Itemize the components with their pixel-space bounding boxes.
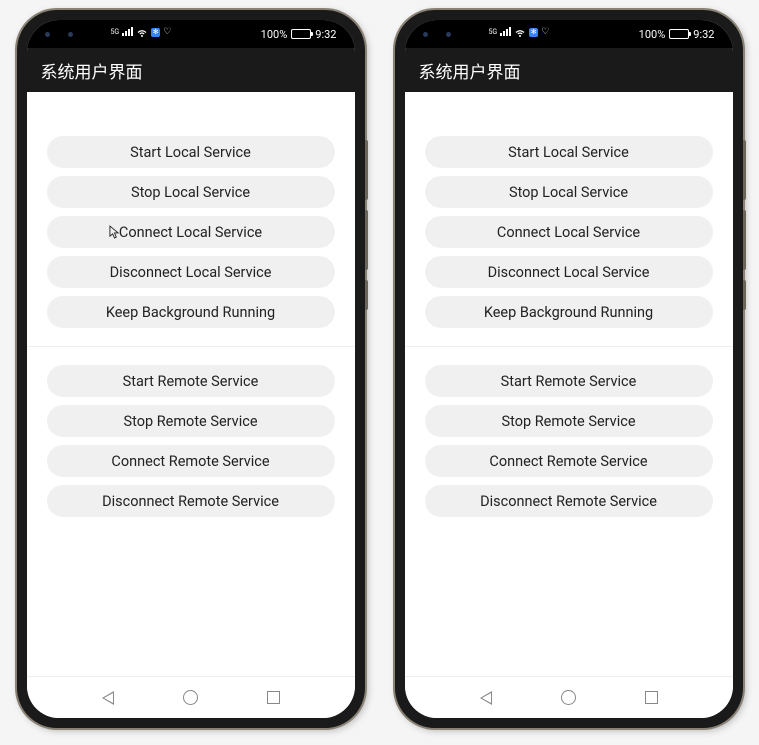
clock-label: 9:32	[693, 28, 714, 41]
app-bar: 系统用户界面	[27, 48, 355, 92]
start-remote-service-button[interactable]: Start Remote Service	[47, 365, 335, 397]
remote-service-group: Start Remote Service Stop Remote Service…	[47, 365, 335, 517]
connect-remote-service-button[interactable]: Connect Remote Service	[47, 445, 335, 477]
signal-icon	[500, 28, 511, 36]
local-service-group: Start Local Service Stop Local Service C…	[425, 136, 713, 328]
wifi-icon	[136, 28, 148, 37]
start-remote-service-button[interactable]: Start Remote Service	[425, 365, 713, 397]
button-label: Stop Local Service	[509, 184, 628, 201]
nav-back-button[interactable]	[477, 689, 495, 707]
home-circle-icon	[561, 690, 576, 705]
app-title: 系统用户界面	[41, 58, 143, 83]
network-type-label: 5G	[489, 29, 498, 36]
wifi-icon	[514, 28, 526, 37]
button-label: Disconnect Remote Service	[480, 493, 657, 510]
button-label: Connect Local Service	[497, 224, 640, 241]
camera-dot-icon	[45, 32, 50, 37]
nav-back-button[interactable]	[99, 689, 117, 707]
disconnect-local-service-button[interactable]: Disconnect Local Service	[47, 256, 335, 288]
disconnect-remote-service-button[interactable]: Disconnect Remote Service	[47, 485, 335, 517]
recent-square-icon	[645, 691, 658, 704]
content-area: Start Local Service Stop Local Service C…	[405, 92, 733, 676]
content-area: Start Local Service Stop Local Service C…	[27, 92, 355, 676]
bluetooth-icon: ✻	[529, 28, 538, 37]
button-label: Connect Local Service	[119, 224, 262, 241]
volume-down-button[interactable]	[743, 210, 746, 270]
stop-remote-service-button[interactable]: Stop Remote Service	[425, 405, 713, 437]
app-bar: 系统用户界面	[405, 48, 733, 92]
button-label: Connect Remote Service	[489, 453, 647, 470]
button-label: Stop Remote Service	[123, 413, 257, 430]
button-label: Start Remote Service	[123, 373, 259, 390]
connect-remote-service-button[interactable]: Connect Remote Service	[425, 445, 713, 477]
button-label: Stop Remote Service	[501, 413, 635, 430]
keep-background-running-button[interactable]: Keep Background Running	[425, 296, 713, 328]
button-label: Keep Background Running	[106, 304, 275, 321]
remote-service-group: Start Remote Service Stop Remote Service…	[425, 365, 713, 517]
button-label: Disconnect Local Service	[110, 264, 272, 281]
camera-dot-icon	[423, 32, 428, 37]
heart-icon: ♡	[163, 27, 171, 37]
camera-dot-icon	[68, 32, 73, 37]
app-title: 系统用户界面	[419, 58, 521, 83]
signal-icon	[122, 28, 133, 36]
disconnect-local-service-button[interactable]: Disconnect Local Service	[425, 256, 713, 288]
nav-home-button[interactable]	[181, 689, 199, 707]
status-bar: 5G ✻ ♡ 100% 9:32	[405, 20, 733, 48]
start-local-service-button[interactable]: Start Local Service	[47, 136, 335, 168]
clock-label: 9:32	[315, 28, 336, 41]
keep-background-running-button[interactable]: Keep Background Running	[47, 296, 335, 328]
button-label: Stop Local Service	[131, 184, 250, 201]
button-label: Connect Remote Service	[111, 453, 269, 470]
phone-left: 5G ✻ ♡ 100% 9:32 系统用户界面 Start Local Serv…	[17, 10, 365, 728]
button-label: Keep Background Running	[484, 304, 653, 321]
button-label: Start Remote Service	[501, 373, 637, 390]
status-bar: 5G ✻ ♡ 100% 9:32	[27, 20, 355, 48]
button-label: Start Local Service	[508, 144, 629, 161]
phone-screen: 5G ✻ ♡ 100% 9:32 系统用户界面 Start Local Serv…	[405, 20, 733, 718]
connect-local-service-button[interactable]: Connect Local Service	[425, 216, 713, 248]
back-triangle-icon	[102, 691, 114, 705]
home-circle-icon	[183, 690, 198, 705]
divider	[27, 346, 355, 347]
battery-icon	[669, 29, 689, 39]
disconnect-remote-service-button[interactable]: Disconnect Remote Service	[425, 485, 713, 517]
start-local-service-button[interactable]: Start Local Service	[425, 136, 713, 168]
volume-down-button[interactable]	[365, 210, 368, 270]
network-type-label: 5G	[111, 29, 120, 36]
navigation-bar	[27, 676, 355, 718]
recent-square-icon	[267, 691, 280, 704]
nav-recent-button[interactable]	[264, 689, 282, 707]
local-service-group: Start Local Service Stop Local Service C…	[47, 136, 335, 328]
button-label: Disconnect Remote Service	[102, 493, 279, 510]
stop-local-service-button[interactable]: Stop Local Service	[425, 176, 713, 208]
power-button[interactable]	[743, 280, 746, 310]
nav-home-button[interactable]	[559, 689, 577, 707]
battery-icon	[291, 29, 311, 39]
stop-local-service-button[interactable]: Stop Local Service	[47, 176, 335, 208]
heart-icon: ♡	[541, 27, 549, 37]
nav-recent-button[interactable]	[642, 689, 660, 707]
connect-local-service-button[interactable]: Connect Local Service	[47, 216, 335, 248]
phone-right: 5G ✻ ♡ 100% 9:32 系统用户界面 Start Local Serv…	[395, 10, 743, 728]
divider	[405, 346, 733, 347]
volume-up-button[interactable]	[365, 140, 368, 200]
bluetooth-icon: ✻	[151, 28, 160, 37]
battery-percent-label: 100%	[261, 28, 288, 41]
power-button[interactable]	[365, 280, 368, 310]
button-label: Start Local Service	[130, 144, 251, 161]
navigation-bar	[405, 676, 733, 718]
cursor-icon	[109, 225, 120, 240]
button-label: Disconnect Local Service	[488, 264, 650, 281]
back-triangle-icon	[480, 691, 492, 705]
phone-screen: 5G ✻ ♡ 100% 9:32 系统用户界面 Start Local Serv…	[27, 20, 355, 718]
volume-up-button[interactable]	[743, 140, 746, 200]
battery-percent-label: 100%	[639, 28, 666, 41]
stop-remote-service-button[interactable]: Stop Remote Service	[47, 405, 335, 437]
camera-dot-icon	[446, 32, 451, 37]
